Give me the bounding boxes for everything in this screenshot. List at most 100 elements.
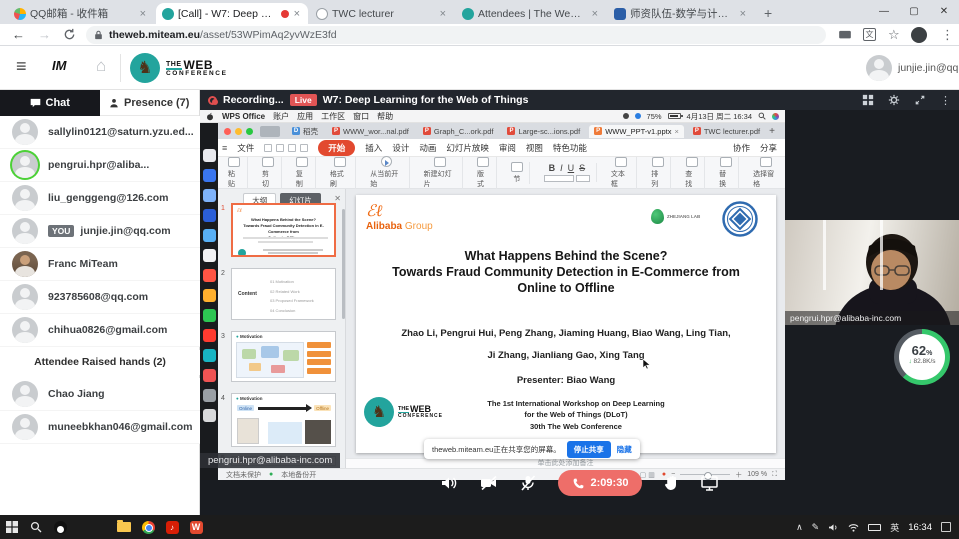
- taskbar-qq-icon[interactable]: [48, 515, 72, 539]
- tab-chat[interactable]: Chat: [0, 90, 100, 116]
- hangup-button[interactable]: 2:09:30: [558, 470, 643, 496]
- bookmark-star-icon[interactable]: ☆: [888, 27, 900, 43]
- find-button[interactable]: 查找: [679, 157, 705, 189]
- dock-app-icon[interactable]: [203, 189, 216, 202]
- tab-close-icon[interactable]: ×: [590, 8, 600, 20]
- wps-collab-button[interactable]: 协作: [733, 142, 750, 154]
- miteam-logo[interactable]: IM: [52, 58, 66, 73]
- taskbar-wps-icon[interactable]: W: [184, 515, 208, 539]
- tab-close-icon[interactable]: ×: [738, 8, 748, 20]
- attendee-row[interactable]: muneebkhan046@gmail.com: [0, 411, 200, 444]
- attendee-row[interactable]: Franc MiTeam: [0, 248, 200, 281]
- window-close-button[interactable]: ✕: [929, 0, 959, 24]
- tray-network-icon[interactable]: [848, 523, 859, 532]
- dock-music-icon[interactable]: [203, 269, 216, 282]
- mac-status-icon[interactable]: [635, 113, 641, 119]
- wps-file-menu[interactable]: 文件: [237, 142, 254, 154]
- translate-icon[interactable]: 文: [863, 28, 876, 41]
- wps-doc-tab-active[interactable]: P WWW_PPT-v1.pptx ×: [589, 125, 684, 138]
- reload-icon[interactable]: [63, 28, 76, 41]
- paste-button[interactable]: 粘贴: [222, 157, 248, 189]
- taskbar-search-icon[interactable]: [24, 515, 48, 539]
- replace-button[interactable]: 替换: [713, 157, 739, 189]
- slide-thumbnail-4[interactable]: ● Motivation Online Offline: [231, 393, 336, 447]
- start-button[interactable]: [0, 515, 24, 539]
- wps-home-button[interactable]: [260, 126, 280, 137]
- wps-menu-item[interactable]: 特色功能: [553, 142, 587, 154]
- mac-datetime[interactable]: 4月13日 周二 16:34: [687, 111, 752, 122]
- taskbar-chrome-icon[interactable]: [136, 515, 160, 539]
- profile-avatar[interactable]: [911, 27, 927, 43]
- mac-zoom-light[interactable]: [246, 128, 253, 135]
- wps-share-button[interactable]: 分享: [760, 142, 777, 154]
- mac-menu-item[interactable]: 窗口: [353, 111, 369, 122]
- camera-off-button[interactable]: [480, 475, 498, 491]
- window-maximize-button[interactable]: ▢: [899, 0, 929, 24]
- new-slide-button[interactable]: 新建幻灯片: [418, 157, 463, 189]
- tab-close-icon[interactable]: ×: [292, 8, 302, 20]
- dock-app-icon[interactable]: [203, 349, 216, 362]
- copy-button[interactable]: 复制: [290, 157, 316, 189]
- dock-finder-icon[interactable]: [203, 149, 216, 162]
- wps-doc-tab[interactable]: P WWW_wor...nal.pdf: [327, 125, 414, 138]
- slide-thumbnail-3[interactable]: ● Motivation: [231, 331, 336, 382]
- wps-doc-tab[interactable]: P TWC lecturer.pdf: [688, 125, 765, 138]
- dock-photos-icon[interactable]: [203, 249, 216, 262]
- browser-tab-qqmail[interactable]: QQ邮箱 - 收件箱 ×: [8, 3, 154, 24]
- strikethrough-button[interactable]: S: [579, 163, 585, 173]
- tray-expand-icon[interactable]: ∧: [796, 522, 803, 533]
- wps-menu-item[interactable]: 幻灯片放映: [446, 142, 489, 154]
- dock-app-icon[interactable]: [203, 369, 216, 382]
- browser-tab-school[interactable]: 师资队伍-数学与计算机学院 ×: [608, 3, 754, 24]
- wps-menu-item[interactable]: 审阅: [499, 142, 516, 154]
- fullscreen-icon[interactable]: [914, 94, 926, 106]
- dock-wechat-icon[interactable]: [203, 309, 216, 322]
- attendee-row[interactable]: 923785608@qq.com: [0, 281, 200, 314]
- dock-trash-icon[interactable]: [203, 409, 216, 422]
- wps-menu-home[interactable]: 开始: [318, 140, 355, 156]
- mac-close-light[interactable]: [224, 128, 231, 135]
- layout-grid-icon[interactable]: [862, 94, 874, 106]
- wps-doc-tab[interactable]: P Large-sc...ions.pdf: [502, 125, 585, 138]
- format-painter-button[interactable]: 格式刷: [324, 157, 356, 189]
- browser-tab-call[interactable]: [Call] - W7: Deep Learning ×: [156, 3, 308, 24]
- mac-menu-item[interactable]: 帮助: [377, 111, 393, 122]
- mac-menu-item[interactable]: 账户: [273, 111, 289, 122]
- address-bar[interactable]: theweb.miteam.eu/asset/53WPimAq2yvWzE3fd: [86, 26, 826, 44]
- mac-menu-app[interactable]: WPS Office: [222, 112, 265, 121]
- mic-off-button[interactable]: [520, 475, 536, 491]
- spotlight-search-icon[interactable]: [758, 112, 766, 120]
- mac-menu-item[interactable]: 应用: [297, 111, 313, 122]
- attendee-row[interactable]: sallylin0121@saturn.yzu.ed...: [0, 116, 200, 149]
- attendee-row-self[interactable]: YOU junjie.jin@qq.com: [0, 215, 200, 248]
- wps-new-doc-icon[interactable]: +: [769, 126, 775, 137]
- notification-center-icon[interactable]: [941, 522, 951, 532]
- panel-close-icon[interactable]: ✕: [334, 194, 341, 203]
- tab-presence[interactable]: Presence (7): [100, 90, 200, 116]
- dock-app-icon[interactable]: [203, 289, 216, 302]
- new-tab-button[interactable]: +: [764, 5, 772, 21]
- tray-pen-icon[interactable]: ✎: [812, 522, 820, 533]
- hamburger-menu-icon[interactable]: ≡: [16, 56, 27, 77]
- doc-tab-close-icon[interactable]: ×: [674, 127, 678, 136]
- italic-button[interactable]: I: [560, 163, 563, 173]
- selection-pane-button[interactable]: 选择窗格: [747, 157, 785, 189]
- textbox-button[interactable]: 文本框: [605, 157, 637, 189]
- wps-quick-icons[interactable]: [264, 144, 308, 152]
- raise-hand-button[interactable]: [664, 475, 679, 491]
- home-icon[interactable]: ⌂: [96, 56, 106, 76]
- attendee-row[interactable]: pengrui.hpr@aliba...: [0, 149, 200, 182]
- dock-app-icon[interactable]: [203, 329, 216, 342]
- font-name-box[interactable]: [544, 175, 574, 182]
- taskbar-clock[interactable]: 16:34: [908, 522, 932, 533]
- twc-logo[interactable]: ♞ THEWEB CONFERENCE: [130, 53, 228, 83]
- wps-docer-tab[interactable]: D 稻壳: [287, 125, 323, 138]
- taskbar-explorer-icon[interactable]: [112, 515, 136, 539]
- settings-gear-icon[interactable]: [888, 94, 900, 106]
- speaker-button[interactable]: [441, 475, 458, 491]
- layout-button[interactable]: 版式: [471, 157, 497, 189]
- input-language-indicator[interactable]: 英: [890, 521, 899, 534]
- browser-tab-lecturer[interactable]: TWC lecturer ×: [310, 3, 454, 24]
- current-slide[interactable]: ℰℓ Alibaba Group ZHEJIANG LAB What Happe…: [356, 195, 776, 453]
- underline-button[interactable]: U: [568, 163, 575, 173]
